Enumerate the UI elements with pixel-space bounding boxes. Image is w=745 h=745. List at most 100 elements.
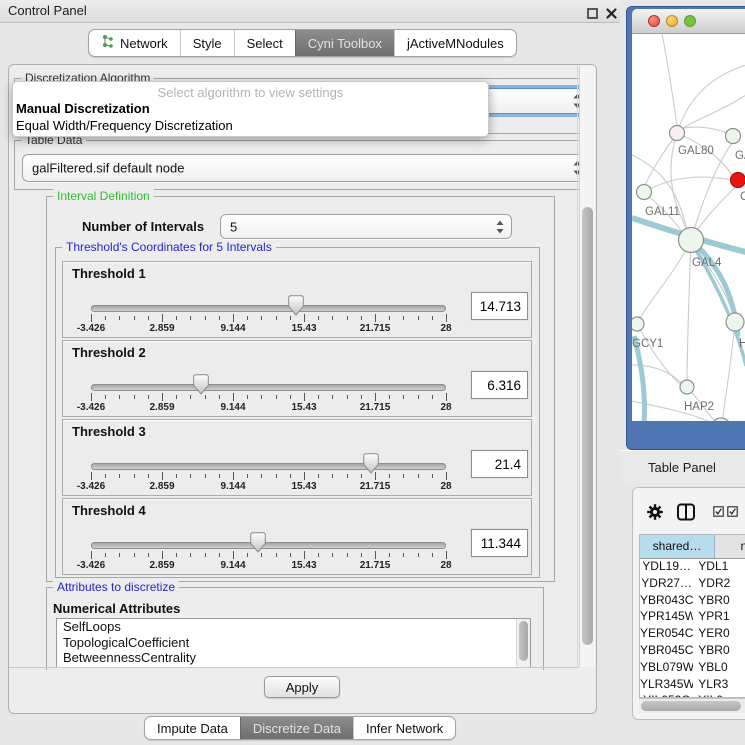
network-window-titlebar[interactable] bbox=[632, 9, 745, 34]
list-scrollbar[interactable] bbox=[516, 619, 530, 667]
cell-name[interactable]: YER0 bbox=[693, 626, 745, 643]
slider-track[interactable] bbox=[91, 384, 446, 391]
slider-tick bbox=[91, 314, 92, 322]
attribute-list-item[interactable]: BetweennessCentrality bbox=[57, 650, 530, 666]
tab-style[interactable]: Style bbox=[180, 30, 234, 56]
cell-name[interactable]: YPR1 bbox=[693, 609, 745, 626]
slider-tick bbox=[162, 472, 163, 480]
numerical-attributes-list[interactable]: SelfLoopsTopologicalCoefficientBetweenne… bbox=[56, 618, 531, 668]
network-node[interactable] bbox=[670, 126, 685, 141]
slider-thumb[interactable] bbox=[363, 453, 379, 474]
slider-thumb[interactable] bbox=[250, 532, 266, 553]
float-window-icon[interactable] bbox=[587, 6, 598, 17]
slider-tick bbox=[418, 553, 419, 557]
threshold-value-field[interactable]: 21.4 bbox=[471, 450, 528, 478]
slider-tick bbox=[119, 316, 120, 320]
threshold-value-field[interactable]: 6.316 bbox=[471, 371, 528, 399]
slider-track[interactable] bbox=[91, 305, 446, 312]
network-node[interactable] bbox=[679, 228, 704, 253]
table-row[interactable]: YPR145WYPR1 bbox=[640, 609, 745, 626]
slider-tick bbox=[389, 553, 390, 557]
slider-tick bbox=[318, 316, 319, 320]
popup-item-equal-width[interactable]: Equal Width/Frequency Discretization bbox=[16, 118, 233, 133]
close-traffic-light[interactable] bbox=[648, 15, 660, 27]
table-row[interactable]: YBL079WYBL0 bbox=[640, 660, 745, 677]
slider-tick bbox=[318, 474, 319, 478]
bottom-tab-infer-network[interactable]: Infer Network bbox=[353, 717, 455, 739]
network-window: GAL80GACGAL11GAL4GCY1HHAP2 bbox=[626, 6, 745, 450]
network-node-label: H bbox=[739, 338, 745, 350]
tab-jactivemnodules[interactable]: jActiveMNodules bbox=[394, 30, 516, 56]
slider-tick bbox=[389, 316, 390, 320]
slider-tick bbox=[432, 316, 433, 320]
tab-select[interactable]: Select bbox=[234, 30, 295, 56]
gear-icon[interactable] bbox=[647, 504, 663, 520]
cell-shared-name[interactable]: YDL19… bbox=[640, 559, 693, 576]
threshold-value-field[interactable]: 14.713 bbox=[471, 292, 528, 320]
table-data-select[interactable]: galFiltered.sif default node bbox=[22, 154, 590, 182]
close-icon[interactable] bbox=[606, 6, 617, 17]
network-node[interactable] bbox=[680, 380, 694, 394]
table-row[interactable]: YLR345WYLR3 bbox=[640, 677, 745, 694]
bottom-tab-impute-data[interactable]: Impute Data bbox=[145, 717, 240, 739]
cell-name[interactable]: YBR0 bbox=[693, 593, 745, 610]
column-header-shared-name[interactable]: shared… bbox=[640, 535, 715, 559]
cell-shared-name[interactable]: YLR345W bbox=[640, 677, 693, 694]
column-header-name[interactable]: name bbox=[715, 535, 745, 559]
table-row[interactable]: YER054CYER0 bbox=[640, 626, 745, 643]
network-node[interactable] bbox=[726, 129, 741, 144]
tick-label: 28 bbox=[421, 481, 471, 492]
cell-name[interactable]: YLR3 bbox=[693, 677, 745, 694]
cell-shared-name[interactable]: YBR043C bbox=[640, 593, 693, 610]
network-node[interactable] bbox=[632, 317, 644, 331]
table-row[interactable]: YDR27…YDR2 bbox=[640, 576, 745, 593]
cell-shared-name[interactable]: YBL079W bbox=[640, 660, 693, 677]
zoom-traffic-light[interactable] bbox=[684, 15, 696, 27]
cell-name[interactable]: YBR0 bbox=[693, 643, 745, 660]
tab-cyni-toolbox[interactable]: Cyni Toolbox bbox=[295, 30, 394, 56]
slider-tick bbox=[261, 395, 262, 399]
threshold-value-field[interactable]: 11.344 bbox=[471, 529, 528, 557]
column-layout-icon[interactable] bbox=[677, 503, 695, 521]
slider-track[interactable] bbox=[91, 463, 446, 470]
tick-label: -3.426 bbox=[66, 323, 116, 334]
slider-tick bbox=[304, 314, 305, 322]
cell-shared-name[interactable]: YIL052C bbox=[640, 693, 693, 697]
network-node[interactable] bbox=[637, 185, 652, 200]
slider-thumb[interactable] bbox=[193, 374, 209, 395]
apply-button[interactable]: Apply bbox=[264, 676, 340, 698]
network-canvas[interactable]: GAL80GACGAL11GAL4GCY1HHAP2 bbox=[632, 34, 745, 421]
table-row[interactable]: YIL052CYIL0 bbox=[640, 693, 745, 697]
tab-network[interactable]: Network bbox=[89, 30, 180, 56]
network-node[interactable] bbox=[726, 313, 744, 331]
bottom-tab-discretize-data[interactable]: Discretize Data bbox=[240, 717, 353, 739]
slider-tick bbox=[176, 553, 177, 557]
table-row[interactable]: YBR043CYBR0 bbox=[640, 593, 745, 610]
cell-name[interactable]: YBL0 bbox=[693, 660, 745, 677]
window-title: Control Panel bbox=[8, 3, 87, 18]
slider-tick bbox=[375, 393, 376, 401]
num-intervals-select[interactable]: 5 bbox=[220, 214, 512, 239]
slider-tick bbox=[91, 551, 92, 559]
table-horizontal-scrollbar[interactable] bbox=[639, 698, 745, 713]
table-row[interactable]: YBR045CYBR0 bbox=[640, 643, 745, 660]
cell-shared-name[interactable]: YER054C bbox=[640, 626, 693, 643]
popup-item-manual[interactable]: Manual Discretization bbox=[16, 101, 150, 116]
cell-name[interactable]: YDR2 bbox=[693, 576, 745, 593]
panel-scrollbar[interactable] bbox=[579, 66, 595, 667]
slider-thumb[interactable] bbox=[288, 295, 304, 316]
network-node-label: GAL80 bbox=[678, 145, 714, 157]
cell-name[interactable]: YIL0 bbox=[693, 693, 745, 697]
checkbox-filter-icon[interactable] bbox=[713, 506, 739, 517]
attribute-list-item[interactable]: TopologicalCoefficient bbox=[57, 635, 530, 651]
cell-shared-name[interactable]: YBR045C bbox=[640, 643, 693, 660]
cell-shared-name[interactable]: YPR145W bbox=[640, 609, 693, 626]
network-node[interactable] bbox=[731, 173, 745, 188]
slider-track[interactable] bbox=[91, 542, 446, 549]
table-row[interactable]: YDL19…YDL1 bbox=[640, 559, 745, 576]
network-node-label: GCY1 bbox=[632, 338, 663, 350]
cell-name[interactable]: YDL1 bbox=[693, 559, 745, 576]
minimize-traffic-light[interactable] bbox=[666, 15, 678, 27]
cell-shared-name[interactable]: YDR27… bbox=[640, 576, 693, 593]
attribute-list-item[interactable]: SelfLoops bbox=[57, 619, 530, 635]
